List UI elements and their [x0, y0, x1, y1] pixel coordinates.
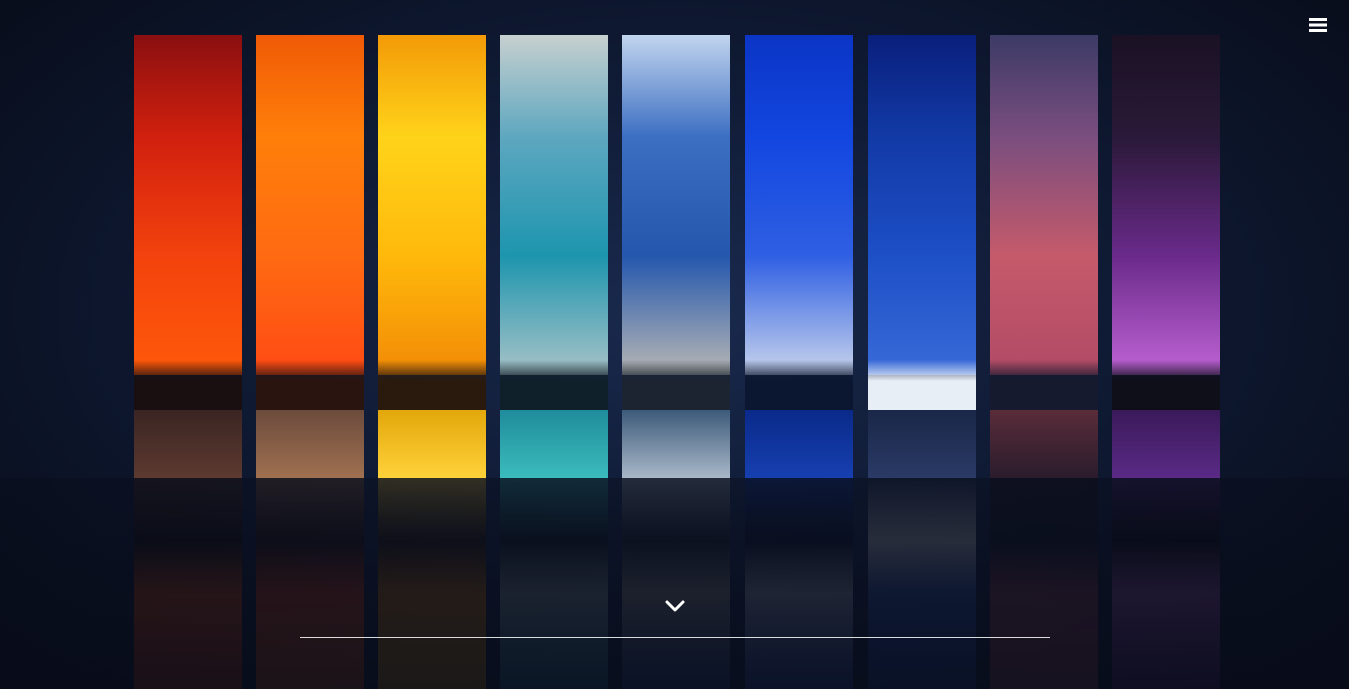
strip-sky [622, 35, 730, 375]
scroll-down-button[interactable] [663, 596, 687, 616]
strip-sky [378, 35, 486, 375]
strip-sea [990, 410, 1098, 478]
strip-sea [1112, 410, 1220, 478]
strip-sky [256, 35, 364, 375]
strip-sea [134, 410, 242, 478]
strip-sea [256, 410, 364, 478]
strip-sky [134, 35, 242, 375]
strip-sea [745, 410, 853, 478]
menu-button[interactable] [1307, 14, 1329, 36]
strip-sky [745, 35, 853, 375]
strip-sky [500, 35, 608, 375]
reflection-overlay [0, 478, 1349, 689]
strip-sky [1112, 35, 1220, 375]
hero-banner [0, 0, 1349, 689]
strip-sea [500, 410, 608, 478]
strip-sea [868, 410, 976, 478]
strip-sea [378, 410, 486, 478]
divider-line [300, 637, 1050, 638]
strip-sea [622, 410, 730, 478]
strip-sky [990, 35, 1098, 375]
hamburger-menu-icon [1309, 18, 1327, 32]
strip-sky [868, 35, 976, 375]
chevron-down-icon [665, 600, 685, 612]
